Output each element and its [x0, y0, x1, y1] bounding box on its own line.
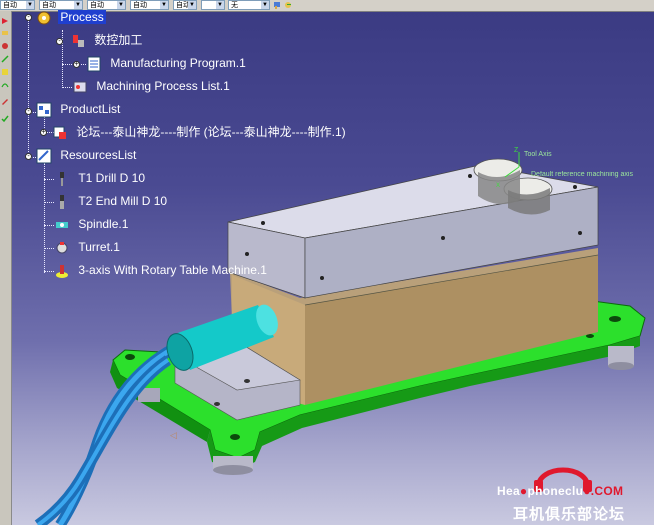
tree-node-resource-drill[interactable]: T1 Drill D 10	[54, 169, 147, 187]
machine-icon	[56, 264, 68, 278]
process-gear-icon	[37, 11, 51, 25]
tool-axis-label: Tool Axis	[524, 151, 552, 158]
tree-node-process[interactable]: Process	[36, 8, 106, 26]
svg-text:Z: Z	[514, 147, 519, 154]
plane-icon[interactable]	[1, 29, 9, 37]
left-toolbar-strip	[0, 11, 12, 525]
chevron-down-icon: ▼	[26, 1, 34, 9]
tree-node-label: ProductList	[60, 102, 121, 116]
tree-node-cnc[interactable]: 数控加工	[70, 31, 144, 49]
reference-axis-label: Default reference machining axis	[531, 171, 633, 178]
watermark-chinese: 耳机俱乐部论坛	[513, 506, 626, 523]
chevron-down-icon: ▼	[188, 1, 196, 9]
chevron-down-icon: ▼	[261, 1, 269, 9]
select-4[interactable]: 自动 ▼	[130, 0, 169, 10]
format-painter-icon[interactable]	[273, 1, 282, 9]
select-7[interactable]: 无 ▼	[228, 0, 270, 10]
check-icon[interactable]	[1, 115, 9, 123]
tree-node-product-item[interactable]: 论坛---泰山神龙----制作 (论坛---泰山神龙----制作.1)	[52, 123, 348, 141]
tree-node-resource-end-mill[interactable]: T2 End Mill D 10	[54, 192, 169, 210]
chevron-down-icon: ▼	[160, 1, 168, 9]
process-list-icon	[73, 81, 87, 93]
pencil-icon[interactable]	[1, 97, 9, 105]
svg-text:X: X	[496, 183, 500, 189]
origin-marker: ◁	[170, 430, 177, 440]
tree-node-machining-process-list[interactable]: Machining Process List.1	[72, 77, 232, 95]
tree-node-label: Manufacturing Program.1	[110, 56, 246, 70]
point-icon[interactable]	[1, 42, 9, 50]
tree-node-label: T1 Drill D 10	[78, 171, 146, 185]
tree-node-resource-turret[interactable]: Turret.1	[54, 238, 122, 256]
tree-node-label: 3-axis With Rotary Table Machine.1	[78, 263, 267, 277]
tree-node-label: 数控加工	[94, 33, 143, 47]
chevron-down-icon: ▼	[216, 1, 224, 9]
resources-list-icon	[36, 148, 52, 164]
tree-node-label: Machining Process List.1	[96, 79, 230, 93]
coolant-hose[interactable]	[34, 340, 183, 525]
chevron-down-icon: ▼	[117, 1, 125, 9]
select-5[interactable]: 自动 ▼	[173, 0, 197, 10]
drill-tool-icon	[60, 171, 64, 186]
tree-node-label: Turret.1	[78, 240, 120, 254]
tree-node-product-list[interactable]: ProductList	[36, 100, 122, 118]
tree-node-manufacturing-program[interactable]: Manufacturing Program.1	[86, 54, 248, 72]
select-1[interactable]: 自动 ▼	[0, 0, 35, 10]
turret-icon	[56, 241, 68, 254]
tree-node-resource-spindle[interactable]: Spindle.1	[54, 215, 130, 233]
tree-node-label: ResourcesList	[60, 148, 137, 162]
tree-node-label: 论坛---泰山神龙----制作 (论坛---泰山神龙----制作.1)	[76, 125, 346, 139]
select-6[interactable]: ▼	[201, 0, 225, 10]
program-document-icon	[87, 56, 101, 72]
machining-icon	[73, 34, 84, 47]
tree-node-resources-list[interactable]: ResourcesList	[36, 146, 138, 164]
tree-node-resource-machine[interactable]: 3-axis With Rotary Table Machine.1	[54, 261, 269, 279]
curve-icon[interactable]	[1, 81, 9, 89]
properties-icon[interactable]	[284, 1, 293, 9]
tree-node-label: Spindle.1	[78, 217, 129, 231]
tree-node-label: T2 End Mill D 10	[78, 194, 168, 208]
tree-node-label: Process	[58, 10, 106, 24]
product-list-icon	[36, 102, 52, 118]
watermark-site: Hea●phoneclu●.COM	[497, 484, 624, 498]
end-mill-tool-icon	[60, 194, 64, 209]
product-part-icon	[53, 126, 66, 139]
surface-icon[interactable]	[1, 68, 9, 76]
spindle-icon	[56, 221, 68, 228]
arrow-icon[interactable]	[1, 17, 9, 25]
line-icon[interactable]	[1, 55, 9, 63]
